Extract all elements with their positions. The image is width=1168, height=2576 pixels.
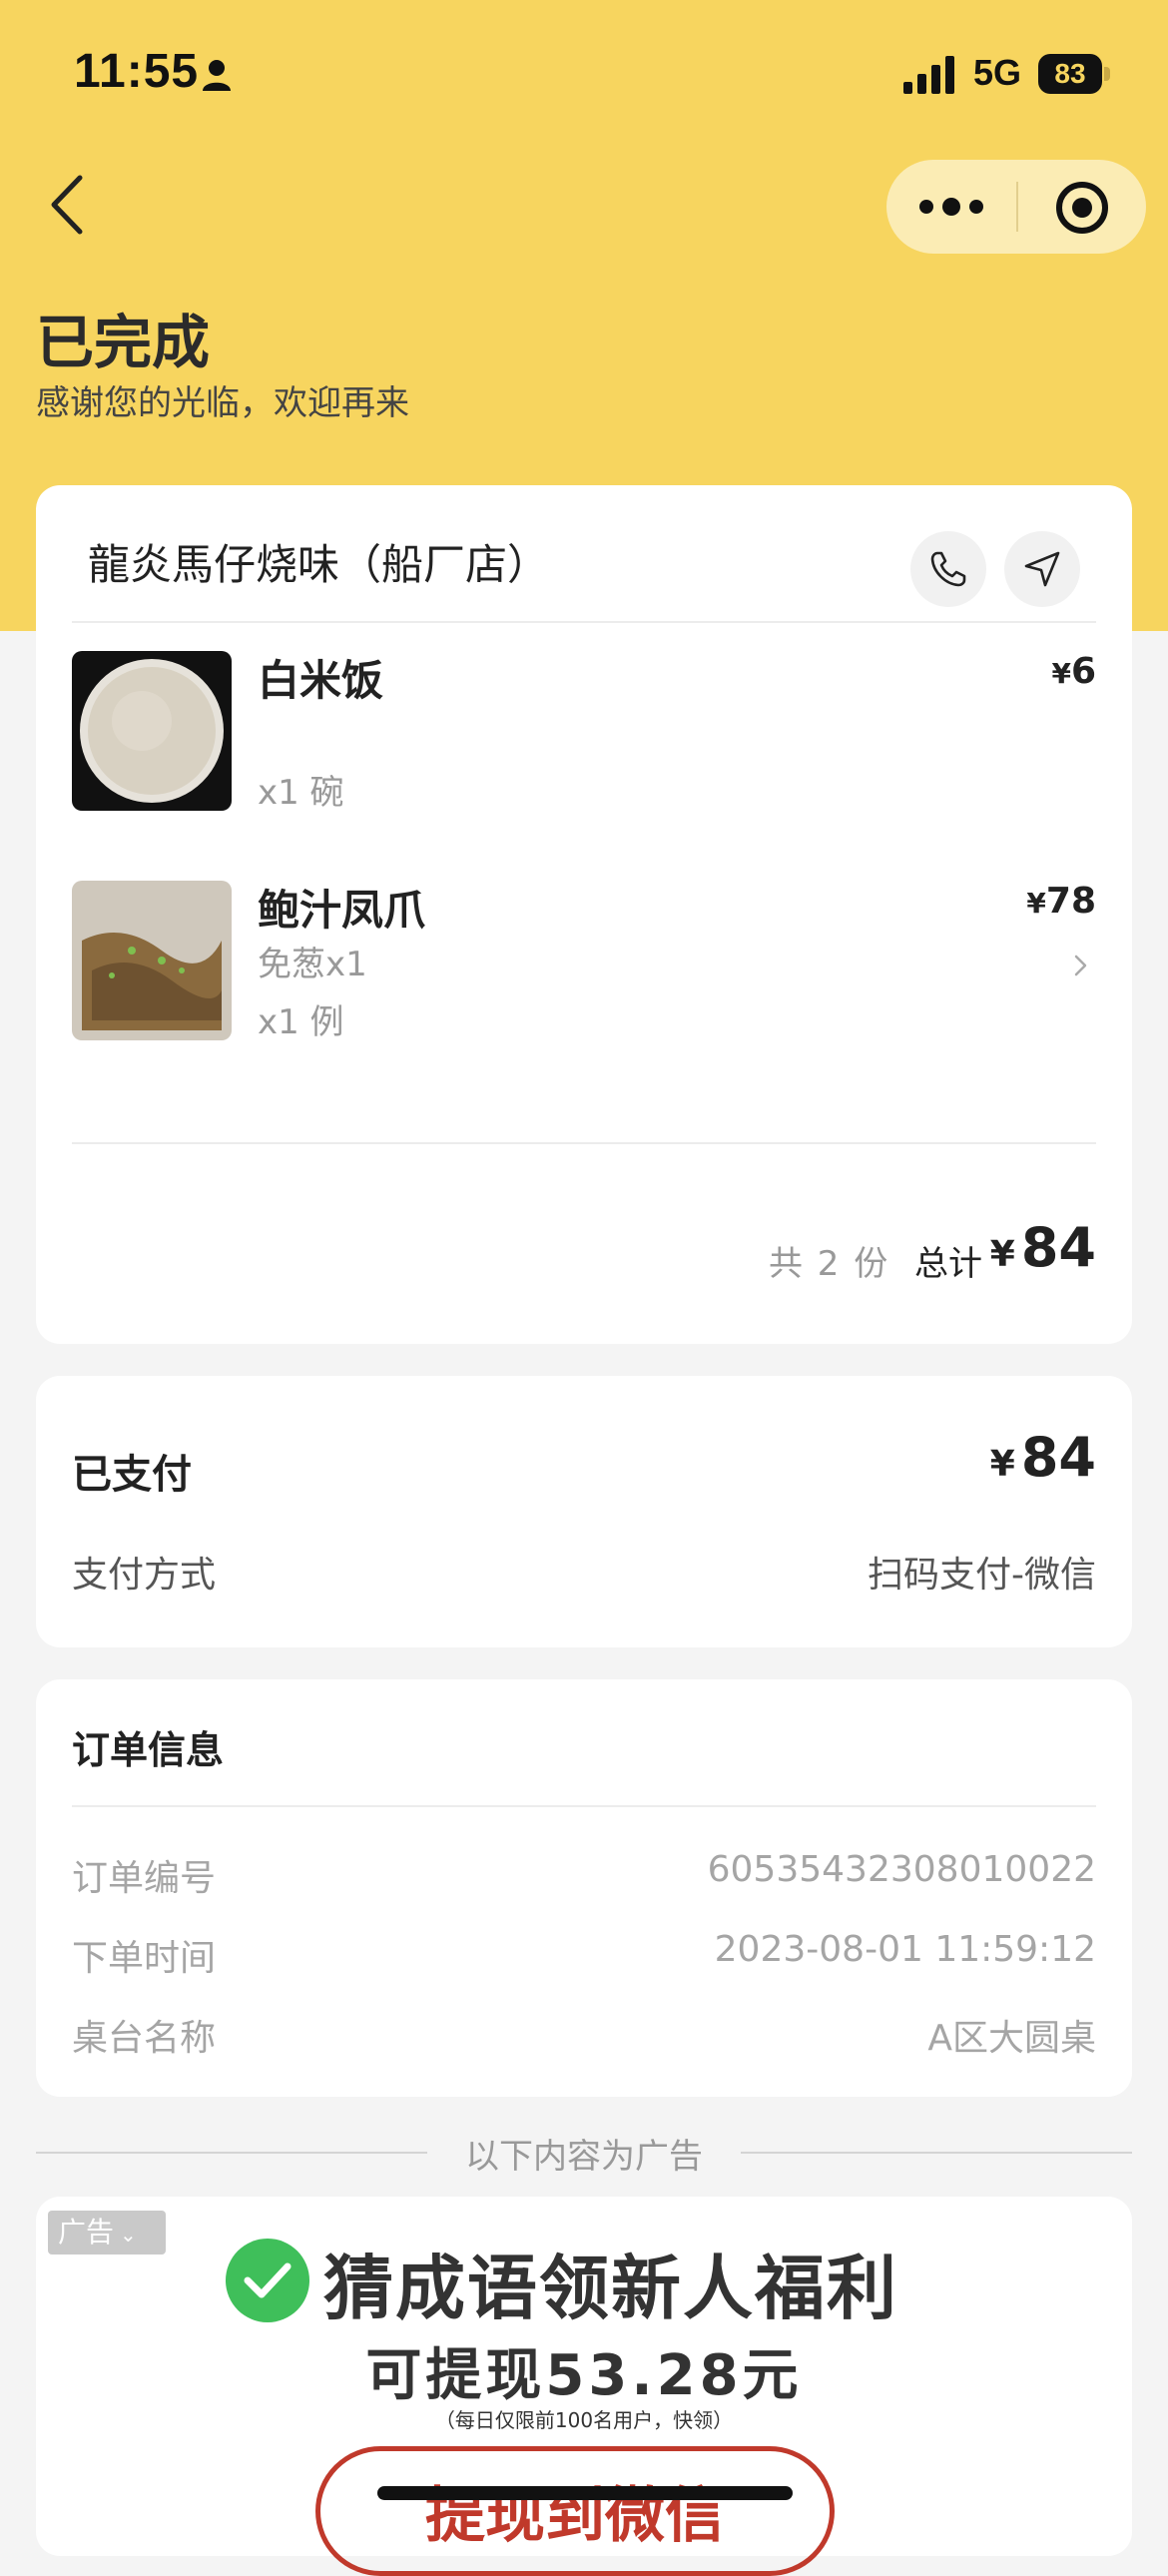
ad-badge[interactable]: 广告 ⌄: [48, 2211, 166, 2254]
status-time: 11:55: [74, 45, 200, 98]
network-type: 5G: [973, 52, 1022, 93]
person-icon: [203, 60, 231, 91]
capsule-divider: [1016, 182, 1018, 232]
payment-status: 已支付: [72, 1452, 192, 1498]
store-divider: [72, 621, 1096, 623]
navigation-arrow-icon: [1024, 551, 1060, 587]
order-status-title: 已完成: [36, 309, 211, 376]
order-card: 龍炎馬仔烧味（船厂店） 白米饭 ¥6 x1 碗 鲍汁凤爪 ¥78 免葱x1 x1…: [36, 485, 1132, 1344]
order-info-title: 订单信息: [72, 1728, 225, 1772]
order-number-label: 订单编号: [72, 1858, 217, 1899]
mini-program-capsule: [886, 160, 1146, 254]
item-price: ¥78: [1026, 881, 1096, 922]
payment-method-value: 扫码支付-微信: [868, 1555, 1096, 1596]
payment-card: 已支付 ¥84 支付方式 扫码支付-微信: [36, 1376, 1132, 1647]
ad-headline: 猜成语领新人福利: [323, 2248, 898, 2329]
call-store-button[interactable]: [910, 531, 986, 607]
close-mini-program-icon[interactable]: [1054, 180, 1110, 236]
item-image-rice: [72, 651, 232, 811]
order-number-value: 60535432308010022: [707, 1849, 1096, 1890]
navigate-store-button[interactable]: [1004, 531, 1080, 607]
more-options-icon[interactable]: [916, 187, 986, 227]
store-name[interactable]: 龍炎馬仔烧味（船厂店）: [88, 531, 549, 592]
status-bar: 11:55 5G 83: [0, 0, 1168, 150]
total-label: 总计: [914, 1244, 982, 1284]
paid-amount: ¥84: [989, 1426, 1096, 1489]
item-image-chicken-feet: [72, 881, 232, 1040]
order-info-card: 订单信息 订单编号 60535432308010022 下单时间 2023-08…: [36, 1679, 1132, 2097]
order-time-label: 下单时间: [72, 1938, 217, 1979]
total-amount: ¥84: [989, 1216, 1096, 1279]
ad-divider-text: 以下内容为广告: [465, 2137, 703, 2177]
chevron-right-icon[interactable]: [1070, 949, 1092, 982]
table-name-value: A区大圆桌: [927, 2018, 1096, 2059]
phone-icon: [930, 551, 966, 587]
battery-icon: 83: [1038, 54, 1110, 94]
chevron-down-icon: ⌄: [120, 2223, 137, 2247]
payment-method-label: 支付方式: [72, 1555, 217, 1596]
item-name: 鲍汁凤爪: [258, 886, 426, 935]
home-indicator[interactable]: [377, 2486, 793, 2500]
withdraw-to-wechat-button[interactable]: 提现到微信: [315, 2446, 835, 2576]
order-status-subtitle: 感谢您的光临，欢迎再来: [36, 383, 409, 423]
ad-card[interactable]: 广告 ⌄ 猜成语领新人福利 可提现53.28元 （每日仅限前100名用户，快领） …: [36, 2197, 1132, 2576]
item-quantity: x1 碗: [258, 773, 344, 813]
ad-subline: 可提现53.28元: [365, 2343, 803, 2408]
item-spec: 免葱x1: [258, 945, 367, 984]
ad-note: （每日仅限前100名用户，快领）: [434, 2408, 734, 2432]
item-quantity: x1 例: [258, 1002, 344, 1042]
battery-level: 83: [1038, 54, 1102, 94]
cellular-signal-icon: [903, 56, 954, 94]
back-arrow-icon[interactable]: [38, 170, 98, 240]
item-count: 共 2 份: [769, 1244, 890, 1284]
check-circle-icon: [226, 2239, 309, 2322]
order-info-divider: [72, 1805, 1096, 1807]
items-divider: [72, 1142, 1096, 1144]
item-name: 白米饭: [258, 656, 384, 705]
order-time-value: 2023-08-01 11:59:12: [714, 1929, 1096, 1970]
table-name-label: 桌台名称: [72, 2018, 217, 2059]
item-price: ¥6: [1051, 651, 1096, 692]
